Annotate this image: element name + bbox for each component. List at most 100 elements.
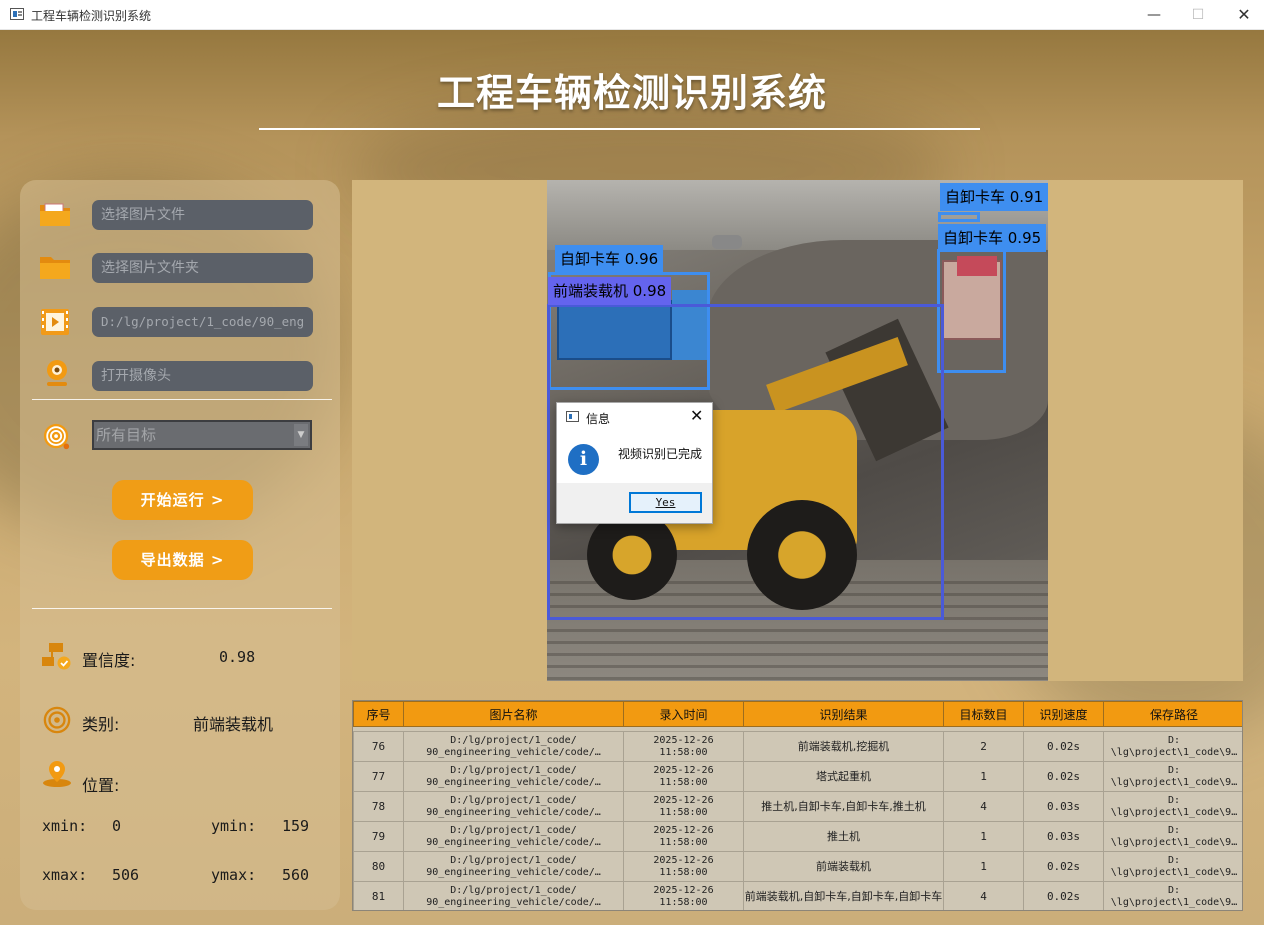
table-row[interactable]: 78 D:/lg/project/1_code/ 90_engineering_v… (353, 791, 1242, 822)
cell-save-path: D: \lg\project\1_code\9… (1103, 791, 1242, 822)
cell-result: 前端装载机,自卸卡车,自卸卡车,自卸卡车 (743, 881, 944, 910)
start-run-button[interactable]: 开始运行 > (112, 480, 253, 520)
results-table[interactable]: 序号 图片名称 录入时间 识别结果 目标数目 识别速度 保存路径 76 D:/lg… (352, 700, 1243, 911)
cell-time: 2025-12-26 11:58:00 (623, 761, 744, 792)
cell-time: 2025-12-26 11:58:00 (623, 881, 744, 910)
detection-label: 自卸卡车 0.96 (555, 245, 664, 273)
column-header[interactable]: 识别速度 (1023, 701, 1104, 727)
category-icon (43, 706, 71, 734)
cell-result: 推土机 (743, 821, 944, 852)
column-header[interactable]: 序号 (353, 701, 404, 727)
panel-divider (32, 608, 332, 609)
cell-speed: 0.03s (1023, 791, 1104, 822)
table-row[interactable]: 80 D:/lg/project/1_code/ 90_engineering_v… (353, 851, 1242, 882)
yes-button[interactable]: Yes (629, 492, 702, 513)
column-header[interactable]: 保存路径 (1103, 701, 1242, 727)
maximize-button[interactable]: ☐ (1184, 4, 1212, 26)
cell-time: 2025-12-26 11:58:00 (623, 821, 744, 852)
image-file-input[interactable]: 选择图片文件 (92, 200, 313, 230)
category-label: 类别: (82, 715, 120, 734)
cell-id: 79 (353, 821, 404, 852)
camera-icon[interactable] (41, 359, 73, 387)
detection-label: 自卸卡车 0.91 (940, 183, 1049, 211)
cell-result: 塔式起重机 (743, 761, 944, 792)
cell-save-path: D: \lg\project\1_code\9… (1103, 821, 1242, 852)
info-dialog: 信息 ✕ i 视频识别已完成 Yes (556, 402, 713, 524)
column-header[interactable]: 识别结果 (743, 701, 944, 727)
window-title: 工程车辆检测识别系统 (31, 9, 152, 23)
cell-speed: 0.02s (1023, 731, 1104, 762)
xmax-label: xmax: (42, 866, 88, 884)
dialog-title: 信息 (586, 412, 611, 426)
category-value: 前端装载机 (193, 715, 274, 734)
cell-image-name: D:/lg/project/1_code/ 90_engineering_veh… (403, 731, 624, 762)
table-row[interactable]: 77 D:/lg/project/1_code/ 90_engineering_v… (353, 761, 1242, 792)
dialog-app-icon (566, 411, 579, 422)
xmin-value: 0 (112, 817, 122, 835)
detection-label: 自卸卡车 0.95 (938, 224, 1047, 252)
chevron-down-icon[interactable]: ▼ (294, 424, 308, 446)
table-row[interactable]: 79 D:/lg/project/1_code/ 90_engineering_v… (353, 821, 1242, 852)
ymax-label: ymax: (211, 866, 257, 884)
ymax-value: 560 (282, 866, 310, 884)
video-file-input[interactable]: D:/lg/project/1_code/90_eng (92, 307, 313, 337)
column-header[interactable]: 图片名称 (403, 701, 624, 727)
cell-save-path: D: \lg\project\1_code\9… (1103, 761, 1242, 792)
cell-result: 前端装载机,挖掘机 (743, 731, 944, 762)
detection-box (937, 249, 1006, 373)
target-select[interactable]: 所有目标 ▼ (92, 420, 312, 450)
cell-time: 2025-12-26 11:58:00 (623, 731, 744, 762)
window-titlebar: 工程车辆检测识别系统 — ☐ ✕ (0, 0, 1264, 30)
cell-count: 2 (943, 731, 1024, 762)
target-icon (43, 423, 70, 450)
dialog-close-icon[interactable]: ✕ (690, 406, 703, 425)
title-divider (259, 128, 980, 130)
cell-speed: 0.02s (1023, 851, 1104, 882)
confidence-icon (42, 643, 71, 670)
xmin-label: xmin: (42, 817, 88, 835)
cell-save-path: D: \lg\project\1_code\9… (1103, 851, 1242, 882)
column-header[interactable]: 录入时间 (623, 701, 744, 727)
location-pin-icon (43, 761, 71, 787)
cell-image-name: D:/lg/project/1_code/ 90_engineering_veh… (403, 881, 624, 910)
cell-id: 81 (353, 881, 404, 910)
image-folder-input[interactable]: 选择图片文件夹 (92, 253, 313, 283)
cell-speed: 0.02s (1023, 761, 1104, 792)
export-data-button[interactable]: 导出数据 > (112, 540, 253, 580)
cell-id: 76 (353, 731, 404, 762)
info-icon: i (568, 444, 599, 475)
confidence-value: 0.98 (219, 648, 256, 666)
cell-count: 1 (943, 821, 1024, 852)
panel-divider (32, 399, 332, 400)
minimize-button[interactable]: — (1140, 4, 1168, 26)
image-folder-icon[interactable] (39, 200, 71, 228)
app-icon (10, 8, 24, 20)
folder-icon[interactable] (39, 253, 71, 281)
cell-id: 78 (353, 791, 404, 822)
cell-speed: 0.03s (1023, 821, 1104, 852)
video-file-icon[interactable] (39, 308, 71, 336)
cell-save-path: D: \lg\project\1_code\9… (1103, 731, 1242, 762)
cell-time: 2025-12-26 11:58:00 (623, 851, 744, 882)
cell-result: 前端装载机 (743, 851, 944, 882)
detection-box (938, 212, 980, 222)
cell-image-name: D:/lg/project/1_code/ 90_engineering_veh… (403, 791, 624, 822)
cell-time: 2025-12-26 11:58:00 (623, 791, 744, 822)
cell-result: 推土机,自卸卡车,自卸卡车,推土机 (743, 791, 944, 822)
cell-count: 1 (943, 761, 1024, 792)
cell-save-path: D: \lg\project\1_code\9… (1103, 881, 1242, 910)
xmax-value: 506 (112, 866, 140, 884)
table-row[interactable]: 81 D:/lg/project/1_code/ 90_engineering_v… (353, 881, 1242, 910)
cell-id: 80 (353, 851, 404, 882)
camera-input[interactable]: 打开摄像头 (92, 361, 313, 391)
cell-count: 4 (943, 791, 1024, 822)
close-button[interactable]: ✕ (1230, 4, 1258, 26)
cell-image-name: D:/lg/project/1_code/ 90_engineering_veh… (403, 761, 624, 792)
detection-label: 前端装载机 0.98 (548, 277, 672, 305)
position-label: 位置: (82, 776, 120, 795)
ymin-label: ymin: (211, 817, 257, 835)
table-row[interactable]: 76 D:/lg/project/1_code/ 90_engineering_v… (353, 731, 1242, 762)
app-title: 工程车辆检测识别系统 (436, 71, 827, 115)
column-header[interactable]: 目标数目 (943, 701, 1024, 727)
cell-count: 1 (943, 851, 1024, 882)
